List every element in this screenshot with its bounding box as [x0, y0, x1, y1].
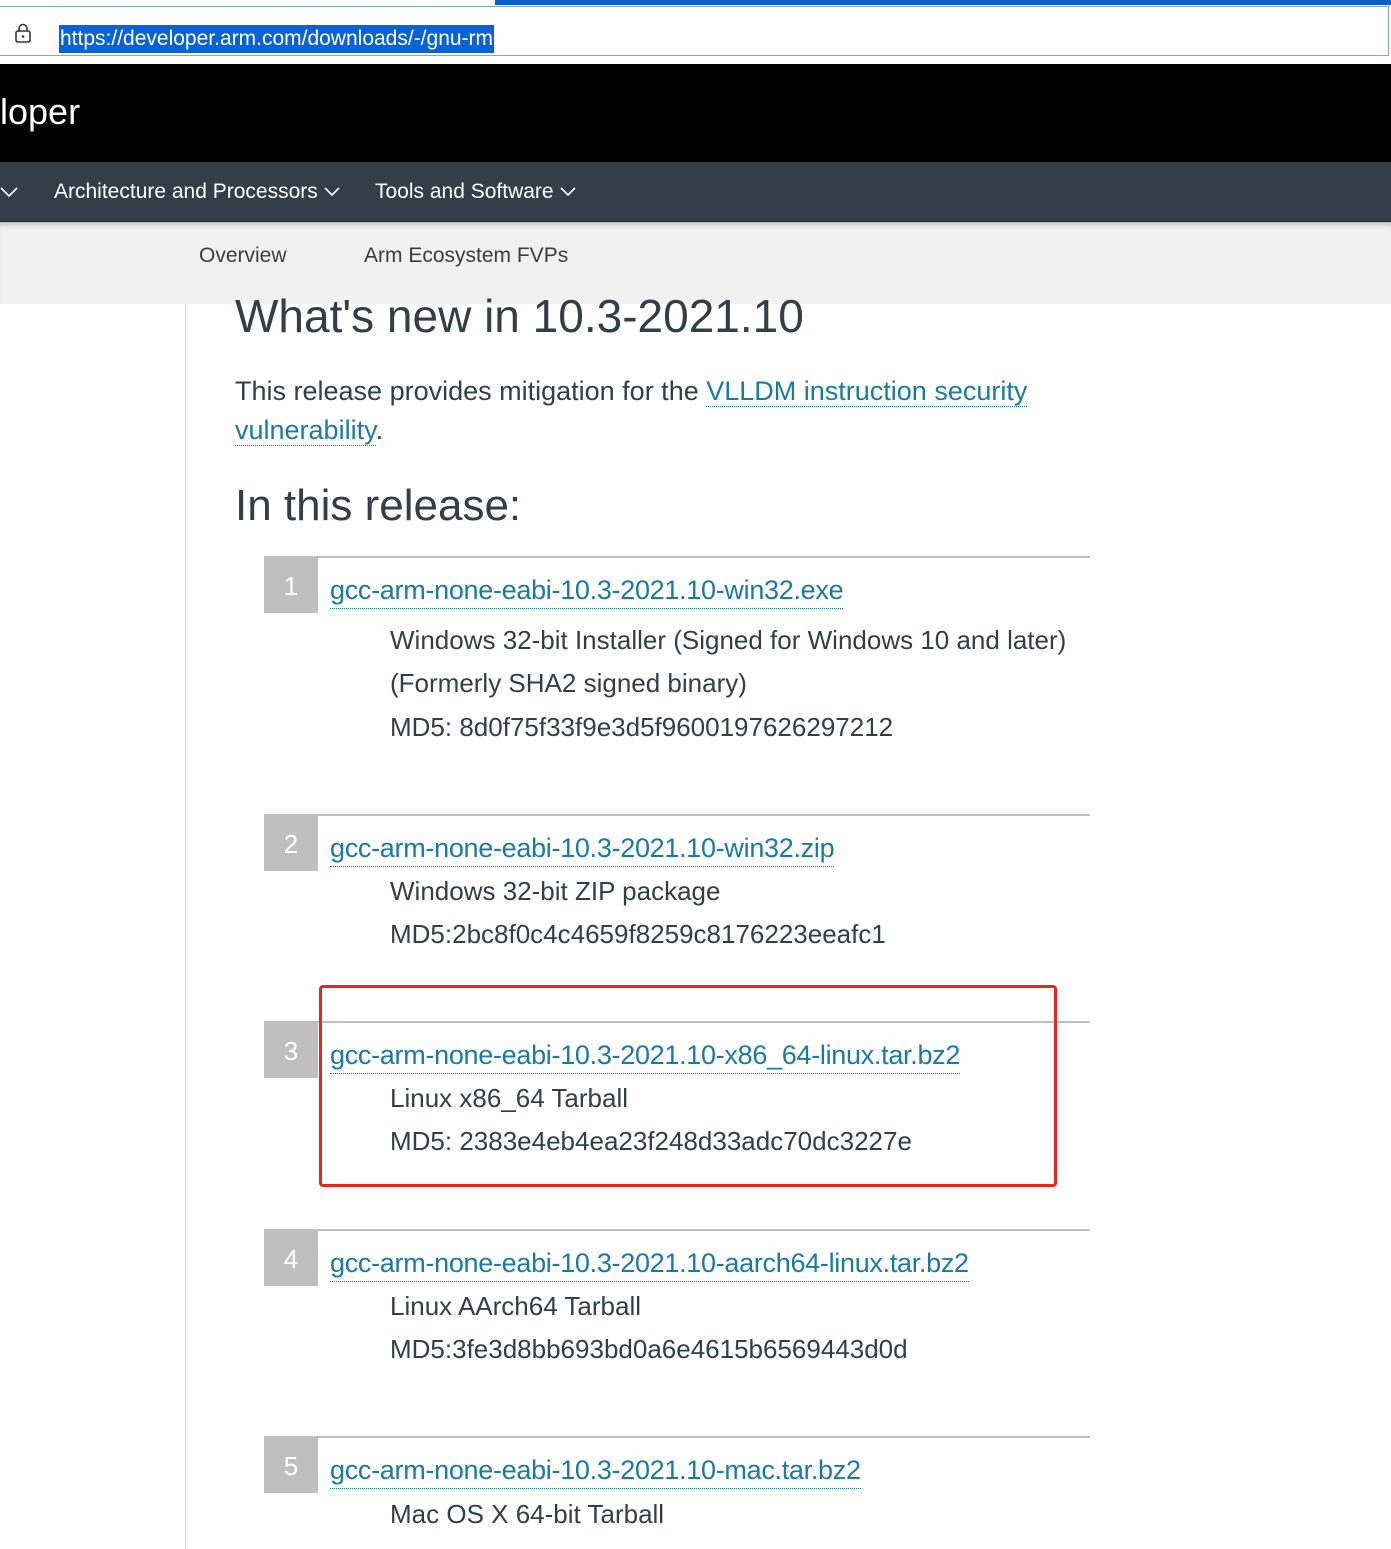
item-divider [318, 556, 1090, 558]
section-title: In this release: [235, 481, 522, 530]
item-number: 2 [264, 814, 318, 871]
item-md5: MD5:2bc8f0c4c4659f8259c8176223eeafc1 [390, 919, 886, 949]
item-number: 1 [264, 556, 318, 613]
nav-architecture-processors[interactable]: Architecture and Processors [54, 162, 340, 221]
item-md5: MD5: 8d0f75f33f9e3d5f9600197626297212 [390, 712, 894, 742]
item-description: Mac OS X 64-bit Tarball [390, 1499, 665, 1529]
item-number: 4 [264, 1229, 318, 1286]
chevron-down-icon [324, 187, 340, 197]
intro-paragraph: This release provides mitigation for the… [235, 372, 1095, 450]
content-divider [185, 304, 186, 1549]
item-number: 3 [264, 1021, 318, 1078]
download-link[interactable]: gcc-arm-none-eabi-10.3-2021.10-win32.zip [330, 830, 835, 867]
nav-tools-software[interactable]: Tools and Software [375, 162, 576, 221]
item-md5: MD5:3fe3d8bb693bd0a6e4615b6569443d0d [390, 1334, 908, 1364]
nav-item-label: Tools and Software [375, 180, 554, 203]
item-description: Linux AArch64 Tarball [390, 1291, 642, 1321]
item-divider [318, 814, 1090, 816]
main-nav: Architecture and Processors Tools and So… [0, 162, 1391, 222]
page-title-text: What's new in 10.3-2021.10 [235, 290, 804, 342]
intro-end: . [375, 415, 384, 445]
site-brand[interactable]: loper [0, 90, 80, 134]
download-link[interactable]: gcc-arm-none-eabi-10.3-2021.10-aarch64-l… [330, 1245, 969, 1282]
item-description: Windows 32-bit ZIP package [390, 876, 721, 906]
chevron-down-icon [560, 187, 576, 197]
highlight-annotation-box [319, 985, 1057, 1187]
item-divider [318, 1436, 1090, 1438]
page-title: What's new in 10.3-2021.10 [235, 290, 804, 346]
chevron-down-icon[interactable] [0, 186, 18, 198]
url-text[interactable]: https://developer.arm.com/downloads/-/gn… [59, 25, 495, 53]
item-divider [318, 1229, 1090, 1231]
nav-item-label: Architecture and Processors [54, 180, 318, 203]
address-bar[interactable]: https://developer.arm.com/downloads/-/gn… [0, 6, 1389, 56]
intro-text: This release provides mitigation for the [235, 376, 707, 406]
site-header: loper [0, 64, 1391, 162]
item-description: Windows 32-bit Installer (Signed for Win… [390, 625, 1067, 698]
lock-icon[interactable] [14, 23, 32, 43]
download-link[interactable]: gcc-arm-none-eabi-10.3-2021.10-win32.exe [330, 572, 844, 609]
sub-nav-arm-ecosystem-fvps[interactable]: Arm Ecosystem FVPs [364, 222, 568, 290]
active-tab-indicator [495, 0, 1391, 5]
download-link[interactable]: gcc-arm-none-eabi-10.3-2021.10-mac.tar.b… [330, 1452, 861, 1489]
sub-nav-overview[interactable]: Overview [199, 222, 287, 290]
item-number: 5 [264, 1436, 318, 1493]
